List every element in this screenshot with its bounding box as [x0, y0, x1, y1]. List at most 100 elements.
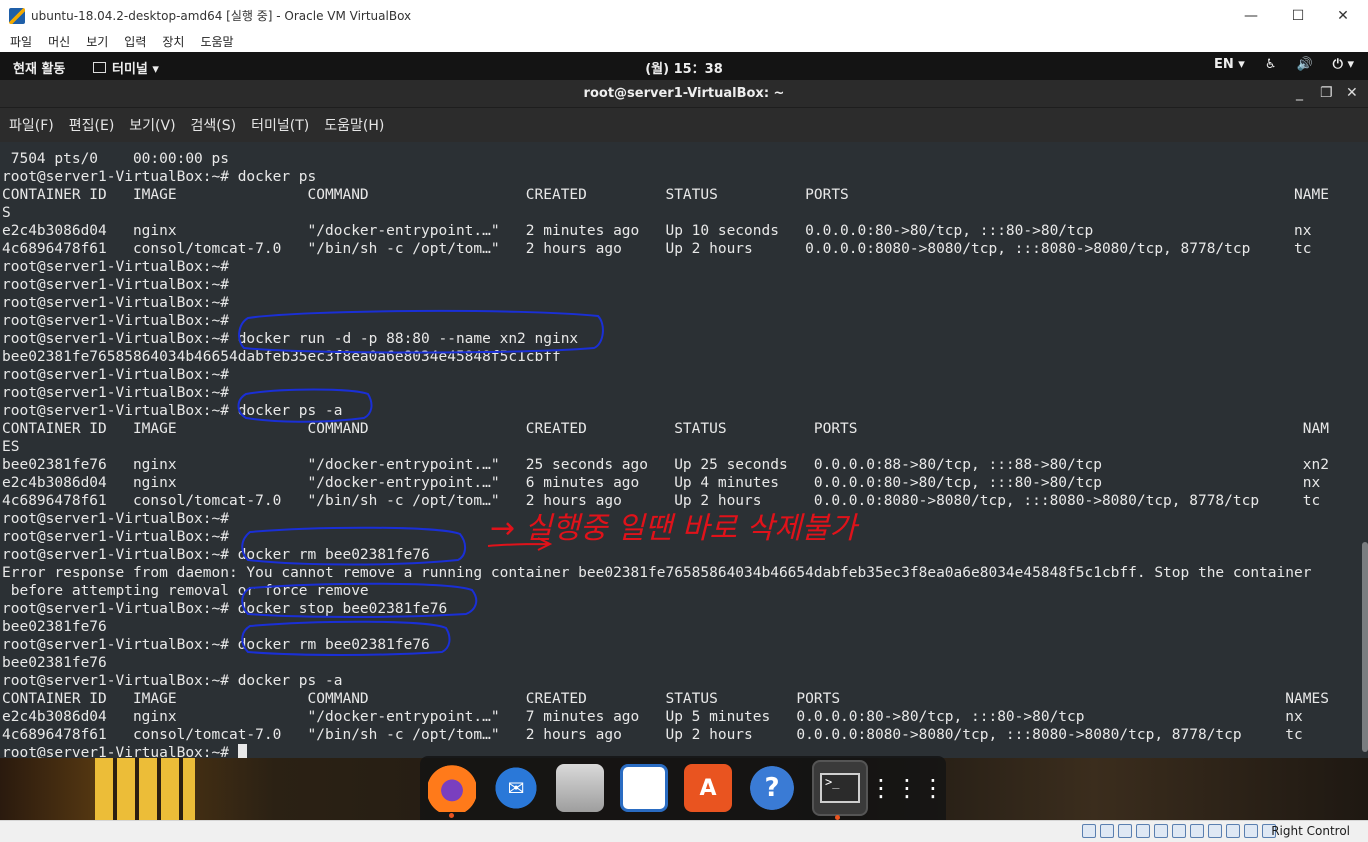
- terminal-menu-terminal[interactable]: 터미널(T): [251, 115, 309, 135]
- thunderbird-glyph: ✉: [507, 776, 525, 800]
- menu-view[interactable]: 보기: [86, 33, 108, 50]
- terminal-line: root@server1-VirtualBox:~# docker stop b…: [2, 601, 448, 617]
- firefox-icon[interactable]: [428, 764, 476, 818]
- vbox-statusbar: Right Control: [0, 820, 1368, 842]
- close-button[interactable]: ✕: [1320, 0, 1366, 31]
- gnome-top-bar: 현재 활동 터미널 ▾ (월) 15：38 EN ▾ ♿ 🔊 ⏻ ▾: [0, 52, 1368, 80]
- mouse-integration-icon[interactable]: [1244, 824, 1258, 838]
- scrollbar-thumb[interactable]: [1362, 542, 1368, 752]
- menu-help[interactable]: 도움말: [200, 33, 233, 50]
- terminal-line: ES: [2, 439, 20, 455]
- hard-disk-icon[interactable]: [1082, 824, 1096, 838]
- terminal-line: bee02381fe76 nginx "/docker-entrypoint.……: [2, 457, 1329, 473]
- menu-devices[interactable]: 장치: [162, 33, 184, 50]
- terminal-line: root@server1-VirtualBox:~# docker ps -a: [2, 673, 343, 689]
- terminal-line: root@server1-VirtualBox:~#: [2, 277, 229, 293]
- software-glyph: A: [699, 775, 717, 801]
- vbox-menubar: 파일 머신 보기 입력 장치 도움말: [0, 31, 1368, 52]
- vbox-device-icons: [1082, 824, 1276, 838]
- text-cursor: [237, 744, 247, 758]
- terminal-line: CONTAINER ID IMAGE COMMAND CREATED STATU…: [2, 421, 1329, 437]
- terminal-line: 7504 pts/0 00:00:00 ps: [2, 151, 229, 167]
- terminal-menu-edit[interactable]: 편집(E): [69, 115, 115, 135]
- terminal-line: Error response from daemon: You cannot r…: [2, 565, 1312, 581]
- terminal-window: root@server1-VirtualBox: ~ _ ❐ ✕ 파일(F) 편…: [0, 80, 1368, 758]
- terminal-title: root@server1-VirtualBox: ~: [583, 86, 785, 101]
- terminal-line: root@server1-VirtualBox:~#: [2, 313, 229, 329]
- terminal-line: CONTAINER ID IMAGE COMMAND CREATED STATU…: [2, 691, 1329, 707]
- files-icon[interactable]: [556, 764, 604, 812]
- accessibility-icon[interactable]: ♿: [1265, 57, 1277, 72]
- terminal-line: CONTAINER ID IMAGE COMMAND CREATED STATU…: [2, 187, 1329, 203]
- terminal-output[interactable]: 7504 pts/0 00:00:00 ps root@server1-Virtu…: [0, 142, 1360, 758]
- terminal-line: bee02381fe76: [2, 619, 107, 635]
- thunderbird-icon[interactable]: ✉: [492, 764, 540, 812]
- terminal-menu-file[interactable]: 파일(F): [9, 115, 54, 135]
- terminal-line: root@server1-VirtualBox:~#: [2, 295, 229, 311]
- terminal-close-button[interactable]: ✕: [1346, 85, 1358, 101]
- terminal-menubar: 파일(F) 편집(E) 보기(V) 검색(S) 터미널(T) 도움말(H): [0, 108, 1368, 142]
- writer-icon[interactable]: [620, 764, 668, 812]
- terminal-line: before attempting removal or force remov…: [2, 583, 369, 599]
- virtualbox-logo-icon: [9, 7, 25, 24]
- terminal-screen: >_: [820, 773, 860, 803]
- software-icon[interactable]: A: [684, 764, 732, 812]
- help-icon[interactable]: ?: [748, 764, 796, 812]
- terminal-line: 4c6896478f61 consol/tomcat-7.0 "/bin/sh …: [2, 493, 1321, 509]
- guest-screen: 현재 활동 터미널 ▾ (월) 15：38 EN ▾ ♿ 🔊 ⏻ ▾ root@…: [0, 52, 1368, 820]
- network-icon[interactable]: [1136, 824, 1150, 838]
- help-glyph: ?: [764, 773, 780, 803]
- terminal-line: root@server1-VirtualBox:~# docker run -d…: [2, 331, 579, 347]
- running-indicator: [449, 813, 454, 818]
- volume-icon[interactable]: 🔊: [1296, 57, 1312, 72]
- wallpaper-window-art: [95, 758, 195, 820]
- system-tray[interactable]: EN ▾ ♿ 🔊 ⏻ ▾: [1214, 57, 1354, 72]
- app-grid-glyph: ⋮⋮⋮: [869, 774, 947, 802]
- terminal-line: root@server1-VirtualBox:~# docker ps -a: [2, 403, 343, 419]
- terminal-line: root@server1-VirtualBox:~# docker rm bee…: [2, 547, 430, 563]
- terminal-line: 4c6896478f61 consol/tomcat-7.0 "/bin/sh …: [2, 241, 1312, 257]
- terminal-line: root@server1-VirtualBox:~#: [2, 385, 229, 401]
- usb-icon[interactable]: [1154, 824, 1168, 838]
- shared-folders-icon[interactable]: [1172, 824, 1186, 838]
- clock[interactable]: (월) 15：38: [0, 58, 1368, 77]
- window-title: ubuntu-18.04.2-desktop-amd64 [실행 중] - Or…: [31, 9, 412, 23]
- maximize-button[interactable]: ☐: [1275, 0, 1321, 31]
- terminal-line: e2c4b3086d04 nginx "/docker-entrypoint.……: [2, 475, 1321, 491]
- terminal-icon[interactable]: >_: [812, 760, 868, 820]
- terminal-line: e2c4b3086d04 nginx "/docker-entrypoint.……: [2, 709, 1303, 725]
- vbox-titlebar: ubuntu-18.04.2-desktop-amd64 [실행 중] - Or…: [0, 0, 1368, 31]
- terminal-menu-view[interactable]: 보기(V): [129, 115, 175, 135]
- terminal-lines: 7504 pts/0 00:00:00 ps root@server1-Virtu…: [2, 150, 1329, 758]
- minimize-button[interactable]: —: [1228, 0, 1274, 31]
- terminal-line: S: [2, 205, 11, 221]
- terminal-line: root@server1-VirtualBox:~#: [2, 259, 229, 275]
- terminal-line: root@server1-VirtualBox:~#: [2, 511, 229, 527]
- menu-file[interactable]: 파일: [10, 33, 32, 50]
- terminal-line: 4c6896478f61 consol/tomcat-7.0 "/bin/sh …: [2, 727, 1303, 743]
- menu-machine[interactable]: 머신: [48, 33, 70, 50]
- power-icon[interactable]: ⏻ ▾: [1333, 57, 1354, 72]
- terminal-line: bee02381fe76: [2, 655, 107, 671]
- terminal-maximize-button[interactable]: ❐: [1320, 85, 1333, 101]
- terminal-menu-help[interactable]: 도움말(H): [324, 115, 384, 135]
- terminal-headerbar: root@server1-VirtualBox: ~ _ ❐ ✕: [0, 80, 1368, 108]
- app-grid-icon[interactable]: ⋮⋮⋮: [869, 764, 945, 812]
- terminal-scrollbar[interactable]: [1360, 142, 1368, 758]
- audio-icon[interactable]: [1118, 824, 1132, 838]
- optical-drive-icon[interactable]: [1100, 824, 1114, 838]
- terminal-line: root@server1-VirtualBox:~# docker ps: [2, 169, 317, 185]
- terminal-line: root@server1-VirtualBox:~# docker rm bee…: [2, 637, 430, 653]
- prompt-text: root@server1-VirtualBox:~#: [2, 745, 238, 758]
- terminal-line: root@server1-VirtualBox:~#: [2, 529, 229, 545]
- cpu-icon[interactable]: [1226, 824, 1240, 838]
- display-icon[interactable]: [1190, 824, 1204, 838]
- host-key-label: Right Control: [1271, 824, 1350, 838]
- ubuntu-dock: ✉ A ? >_ ⋮⋮⋮: [420, 756, 946, 820]
- terminal-line: e2c4b3086d04 nginx "/docker-entrypoint.……: [2, 223, 1312, 239]
- recording-icon[interactable]: [1208, 824, 1222, 838]
- terminal-minimize-button[interactable]: _: [1296, 85, 1303, 101]
- terminal-menu-search[interactable]: 검색(S): [191, 115, 237, 135]
- menu-input[interactable]: 입력: [124, 33, 146, 50]
- language-indicator[interactable]: EN ▾: [1214, 57, 1245, 72]
